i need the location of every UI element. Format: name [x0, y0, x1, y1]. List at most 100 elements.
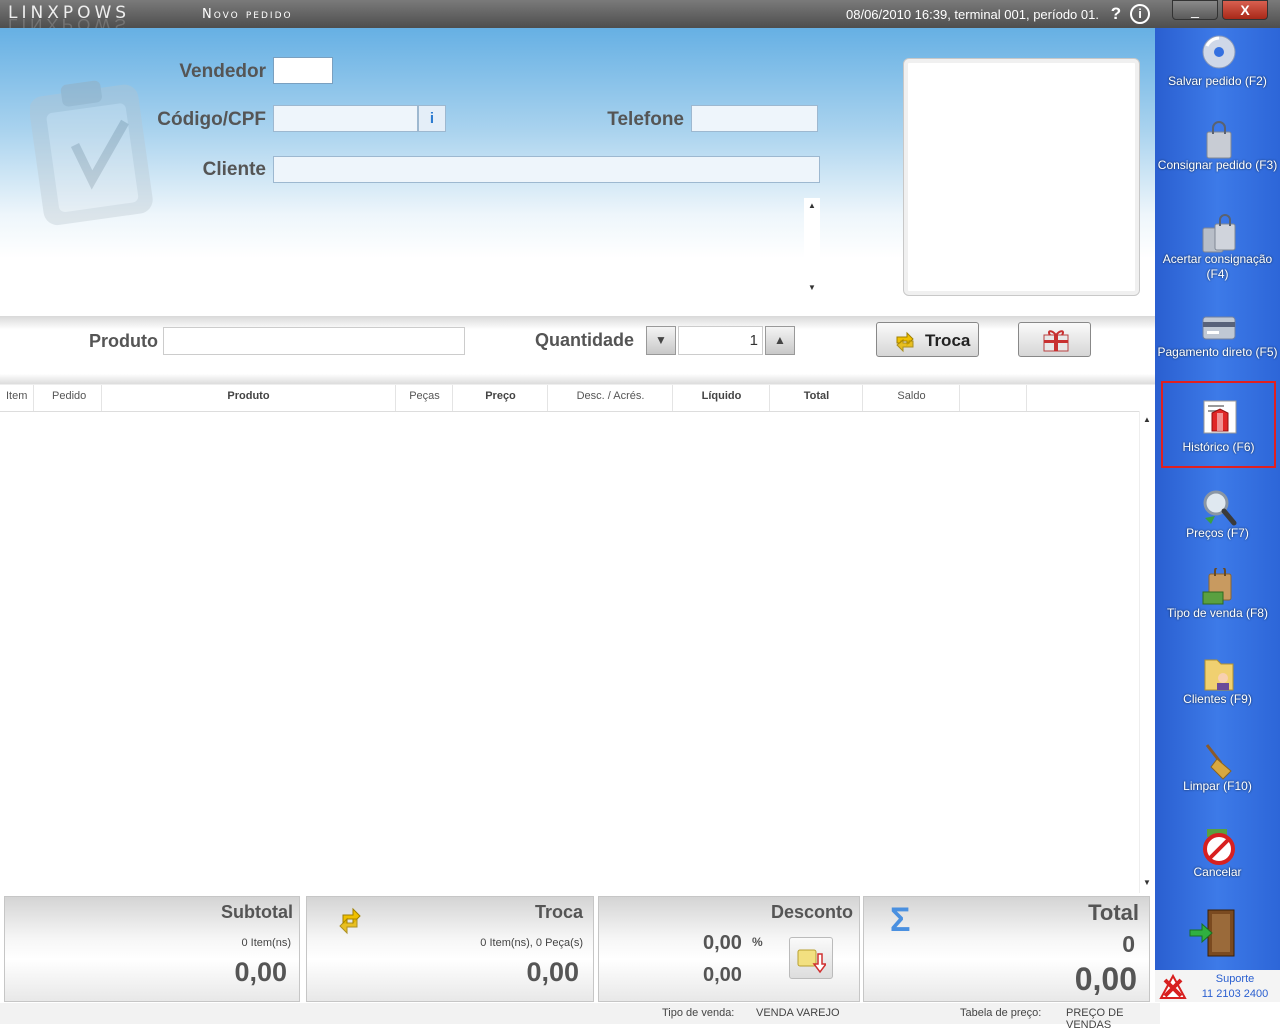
- percent-sign: %: [752, 935, 763, 949]
- info-circle-icon[interactable]: i: [418, 105, 446, 132]
- troca-button[interactable]: Troca: [876, 322, 979, 357]
- sidebar-item-consignar-pedido[interactable]: Consignar pedido (F3): [1157, 116, 1278, 201]
- column-produto[interactable]: Produto: [102, 385, 396, 412]
- sidebar-item-label: Pagamento direto (F5): [1157, 345, 1278, 359]
- sigma-icon: Σ: [890, 901, 911, 939]
- telefone-label: Telefone: [607, 109, 684, 130]
- column-preco[interactable]: Preço: [454, 385, 548, 412]
- scroll-down-icon[interactable]: ▼: [1139, 875, 1155, 891]
- items-table[interactable]: [0, 411, 1139, 893]
- help-icon[interactable]: ?: [1106, 4, 1126, 24]
- support-label: Suporte: [1215, 973, 1255, 985]
- sidebar-item-historico[interactable]: Histórico (F6): [1161, 381, 1276, 468]
- column-desc-acres[interactable]: Desc. / Acrés.: [549, 385, 673, 412]
- desconto-title: Desconto: [770, 902, 853, 922]
- produto-input[interactable]: [163, 327, 465, 355]
- desconto-panel: Desconto 0,00 % 0,00: [598, 896, 860, 1002]
- exit-button[interactable]: [1186, 908, 1242, 958]
- column-liquido[interactable]: Líquido: [674, 385, 770, 412]
- scroll-up-icon[interactable]: ▲: [804, 198, 820, 214]
- troca-button-label: Troca: [925, 331, 971, 350]
- status-text: 08/06/2010 16:39, terminal 001, período …: [846, 7, 1099, 22]
- discount-button[interactable]: [789, 937, 833, 979]
- sidebar-item-tipo-de-venda[interactable]: Tipo de venda (F8): [1157, 564, 1278, 649]
- total-value: 0,00: [1074, 961, 1137, 997]
- table-scrollbar[interactable]: [1139, 411, 1155, 893]
- quantity-decrease-button[interactable]: ▼: [646, 326, 676, 355]
- subtotal-panel: Subtotal 0 Item(ns) 0,00: [4, 896, 300, 1002]
- gift-icon: [1043, 330, 1069, 352]
- broom-icon: [1205, 744, 1232, 780]
- title-bar: LINXPOWS LINXPOWS Novo pedido 08/06/2010…: [0, 0, 1280, 34]
- column-pecas[interactable]: Peças: [397, 385, 453, 412]
- sidebar-item-cancelar[interactable]: Cancelar: [1157, 823, 1278, 908]
- cancel-icon: [1203, 829, 1235, 865]
- subtotal-title: Subtotal: [221, 902, 293, 922]
- telefone-input[interactable]: [691, 105, 818, 132]
- column-item[interactable]: Item: [0, 385, 34, 412]
- column-pedido[interactable]: Pedido: [46, 385, 102, 412]
- vendedor-input[interactable]: [273, 57, 333, 84]
- sidebar-item-acertar-consignacao[interactable]: Acertar consignação (F4): [1157, 210, 1278, 295]
- table-header: Item Pedido Produto Peças Preço Desc. / …: [0, 384, 1155, 412]
- scroll-down-icon[interactable]: ▼: [804, 280, 820, 296]
- desconto-percent: 0,00: [703, 932, 742, 954]
- sidebar-item-label: Histórico (F6): [1182, 440, 1255, 454]
- tabela-preco-label: Tabela de preço:: [960, 1007, 1042, 1019]
- column-saldo[interactable]: Saldo: [864, 385, 960, 412]
- exit-door-icon: [1189, 909, 1235, 957]
- gift-button[interactable]: [1018, 322, 1091, 357]
- column-total[interactable]: Total: [771, 385, 863, 412]
- sidebar-item-salvar-pedido[interactable]: Salvar pedido (F2): [1157, 30, 1278, 115]
- magnifier-icon: [1203, 490, 1237, 526]
- sale-type-icon: [1202, 568, 1232, 605]
- troca-panel: Troca 0 Item(ns), 0 Peça(s) 0,00: [306, 896, 594, 1002]
- troca-items: 0 Item(ns), 0 Peça(s): [480, 937, 583, 949]
- sidebar-item-clientes[interactable]: Clientes (F9): [1157, 650, 1278, 735]
- sidebar-item-label: Tipo de venda (F8): [1167, 606, 1268, 620]
- sidebar-item-label: Consignar pedido (F3): [1157, 158, 1278, 172]
- sidebar-item-label: Preços (F7): [1186, 526, 1249, 540]
- info-icon[interactable]: i: [1130, 4, 1150, 24]
- exchange-arrows-icon: [896, 331, 914, 353]
- close-button[interactable]: X: [1222, 0, 1268, 20]
- sidebar-item-limpar[interactable]: Limpar (F10): [1157, 737, 1278, 822]
- history-icon: [1203, 400, 1237, 434]
- total-count: 0: [1122, 931, 1135, 957]
- tipo-venda-value: VENDA VAREJO: [756, 1007, 840, 1019]
- discount-icon: [797, 949, 826, 974]
- clients-folder-icon: [1204, 659, 1234, 691]
- sidebar-item-label: Acertar consignação (F4): [1162, 252, 1273, 281]
- quantity-increase-button[interactable]: ▲: [765, 326, 795, 355]
- sidebar-item-precos[interactable]: Preços (F7): [1157, 484, 1278, 569]
- minimize-button[interactable]: _: [1172, 0, 1218, 20]
- clipboard-icon: [30, 80, 153, 226]
- subtotal-value: 0,00: [234, 957, 287, 987]
- sidebar-item-label: Limpar (F10): [1183, 779, 1252, 793]
- credit-card-icon: [1202, 316, 1236, 340]
- quantity-input[interactable]: 1: [678, 326, 763, 355]
- status-footer: Tipo de venda: VENDA VAREJO Tabela de pr…: [0, 1003, 1160, 1031]
- desconto-value: 0,00: [703, 964, 742, 986]
- total-panel: Σ Total 0 0,00: [863, 896, 1150, 1002]
- support-phone: 11 2103 2400: [1201, 988, 1269, 1000]
- sidebar-item-pagamento-direto[interactable]: Pagamento direto (F5): [1157, 303, 1278, 388]
- customer-photo-box: [903, 58, 1140, 296]
- screen-title: Novo pedido: [202, 7, 293, 22]
- troca-title: Troca: [534, 902, 583, 922]
- cliente-input[interactable]: [273, 156, 820, 183]
- codigo-cpf-input[interactable]: [273, 105, 418, 132]
- exchange-arrows-icon: [339, 907, 361, 935]
- column-empty: [961, 385, 1027, 412]
- codigo-cpf-label: Código/CPF: [157, 109, 266, 130]
- total-title: Total: [1088, 900, 1139, 925]
- subtotal-items: 0 Item(ns): [241, 937, 291, 949]
- quantidade-label: Quantidade: [534, 330, 634, 350]
- scroll-up-icon[interactable]: ▲: [1139, 412, 1155, 428]
- support-bar: Suporte 11 2103 2400: [1155, 970, 1280, 1002]
- tipo-venda-label: Tipo de venda:: [662, 1007, 735, 1019]
- sidebar-item-label: Cancelar: [1193, 865, 1242, 879]
- cliente-label: Cliente: [202, 159, 266, 180]
- disc-icon: [1202, 35, 1236, 69]
- sidebar-item-label: Clientes (F9): [1183, 692, 1252, 706]
